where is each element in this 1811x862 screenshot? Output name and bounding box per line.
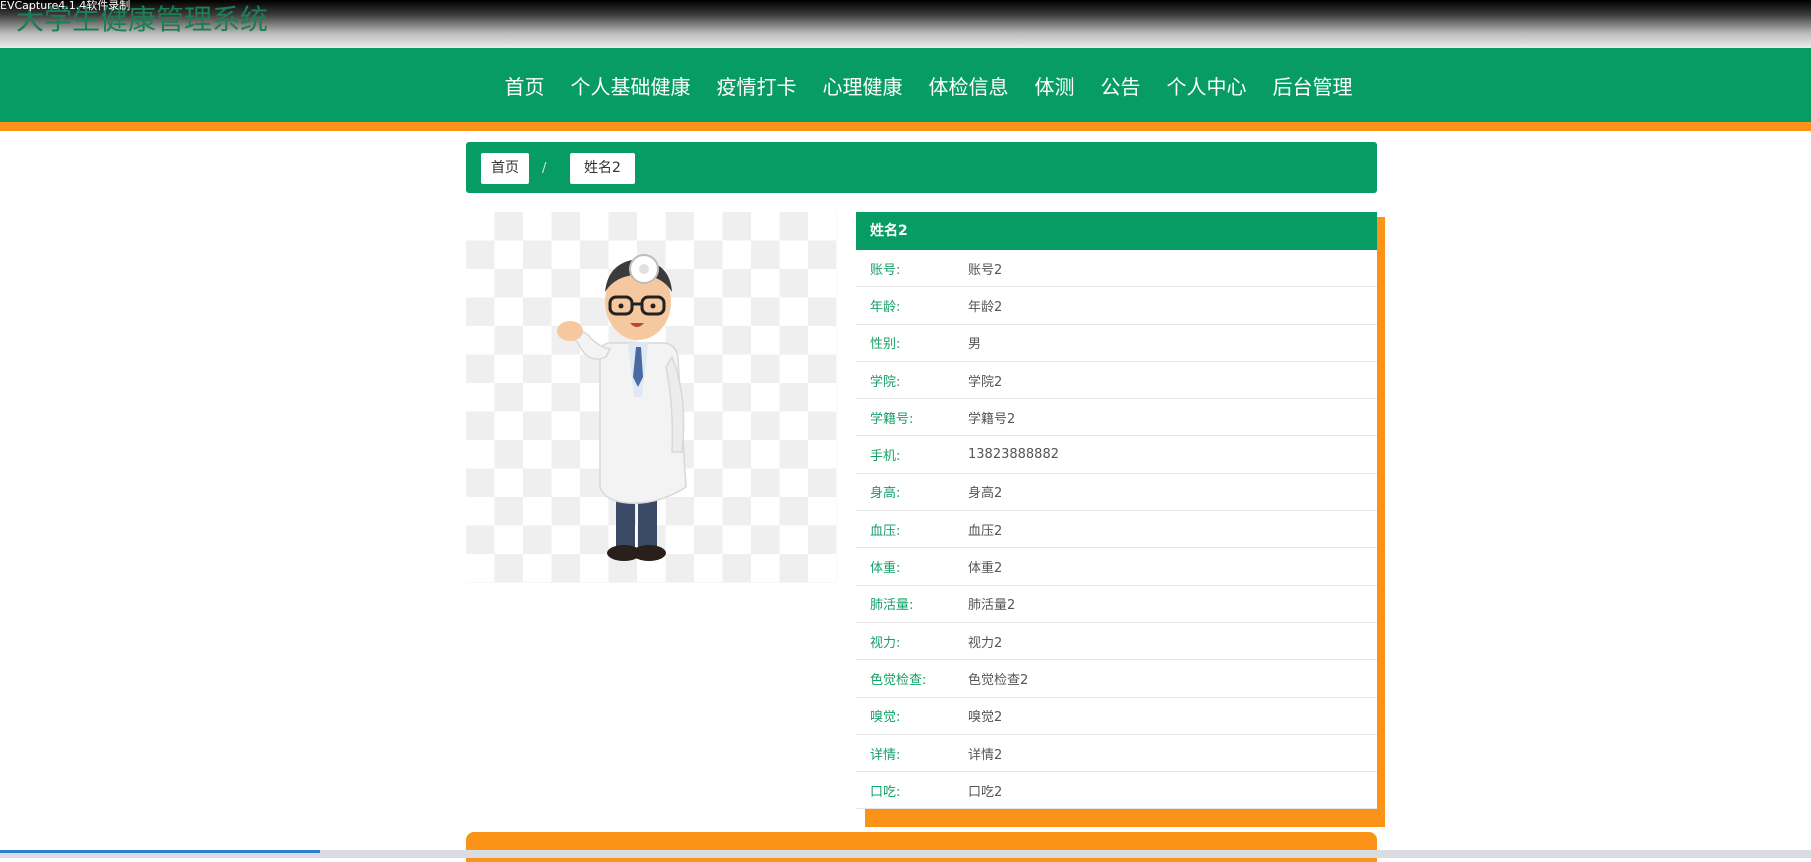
detail-row-college: 学院: 学院2	[856, 362, 1377, 400]
field-label: 视力:	[870, 635, 901, 651]
main-nav: 首页 个人基础健康 疫情打卡 心理健康 体检信息 体测 公告 个人中心 后台管理	[0, 48, 1811, 131]
field-label: 账号:	[870, 262, 901, 278]
detail-row-smell: 嗅觉: 嗅觉2	[856, 698, 1377, 735]
detail-card: 姓名2 账号: 账号2 年龄: 年龄2 性别: 男 学院: 学院2 学籍号: 学籍号2 手…	[856, 212, 1377, 810]
detail-row-age: 年龄: 年龄2	[856, 287, 1377, 325]
field-value: 色觉检查2	[968, 672, 1029, 688]
field-label: 性别:	[870, 337, 901, 353]
field-label: 口吃:	[870, 784, 901, 800]
breadcrumb-separator: /	[542, 161, 547, 176]
breadcrumb-home[interactable]: 首页	[481, 153, 529, 184]
field-label: 手机:	[870, 449, 901, 465]
field-value: 年龄2	[968, 299, 1003, 315]
detail-row-phone: 手机: 13823888882	[856, 436, 1377, 474]
nav-item-admin[interactable]: 后台管理	[1260, 71, 1366, 100]
title-bar: 大学生健康管理系统 EVCapture4.1.4软件录制	[0, 0, 1811, 48]
field-value: 详情2	[968, 747, 1003, 763]
nav-item-epidemic-checkin[interactable]: 疫情打卡	[704, 71, 810, 100]
field-value: 口吃2	[968, 784, 1003, 800]
field-value: 血压2	[968, 523, 1003, 539]
field-label: 年龄:	[870, 299, 901, 315]
detail-row-height: 身高: 身高2	[856, 474, 1377, 512]
field-label: 血压:	[870, 523, 901, 539]
field-label: 肺活量:	[870, 598, 914, 614]
profile-photo	[466, 212, 837, 583]
field-value: 男	[968, 337, 982, 353]
field-value: 学院2	[968, 374, 1003, 390]
field-label: 学籍号:	[870, 411, 914, 427]
field-label: 嗅觉:	[870, 710, 901, 726]
field-value: 账号2	[968, 262, 1003, 278]
field-value: 体重2	[968, 561, 1003, 577]
field-value: 肺活量2	[968, 598, 1016, 614]
field-value: 视力2	[968, 635, 1003, 651]
field-label: 详情:	[870, 747, 901, 763]
detail-title: 姓名2	[856, 212, 1377, 250]
loading-progress	[0, 850, 320, 853]
breadcrumb: 首页 / 姓名2	[466, 142, 1377, 193]
nav-item-notice[interactable]: 公告	[1088, 71, 1154, 100]
detail-row-student-id: 学籍号: 学籍号2	[856, 399, 1377, 437]
breadcrumb-current[interactable]: 姓名2	[570, 153, 635, 184]
field-label: 色觉检查:	[870, 672, 927, 688]
capture-watermark: EVCapture4.1.4软件录制	[0, 0, 131, 12]
detail-row-blood-pressure: 血压: 血压2	[856, 511, 1377, 549]
detail-row-account: 账号: 账号2	[856, 250, 1377, 288]
detail-row-color-vision: 色觉检查: 色觉检查2	[856, 660, 1377, 698]
detail-row-weight: 体重: 体重2	[856, 548, 1377, 586]
nav-item-personal-health[interactable]: 个人基础健康	[558, 71, 704, 100]
field-value: 13823888882	[968, 447, 1059, 463]
nav-item-fitness-test[interactable]: 体测	[1022, 71, 1088, 100]
detail-row-details: 详情: 详情2	[856, 735, 1377, 773]
doctor-illustration	[557, 254, 687, 561]
nav-item-user-center[interactable]: 个人中心	[1154, 71, 1260, 100]
field-value: 身高2	[968, 486, 1003, 502]
detail-row-gender: 性别: 男	[856, 325, 1377, 362]
nav-item-checkup-info[interactable]: 体检信息	[916, 71, 1022, 100]
detail-row-vision: 视力: 视力2	[856, 623, 1377, 661]
field-label: 身高:	[870, 486, 901, 502]
nav-items: 首页 个人基础健康 疫情打卡 心理健康 体检信息 体测 公告 个人中心 后台管理	[0, 48, 1811, 122]
browser-status-bar	[0, 850, 1811, 858]
field-label: 学院:	[870, 374, 901, 390]
nav-item-home[interactable]: 首页	[492, 71, 558, 100]
field-value: 嗅觉2	[968, 710, 1003, 726]
detail-row-lung-capacity: 肺活量: 肺活量2	[856, 586, 1377, 623]
field-label: 体重:	[870, 561, 901, 577]
detail-row-stutter: 口吃: 口吃2	[856, 772, 1377, 810]
field-value: 学籍号2	[968, 411, 1016, 427]
nav-item-mental-health[interactable]: 心理健康	[810, 71, 916, 100]
